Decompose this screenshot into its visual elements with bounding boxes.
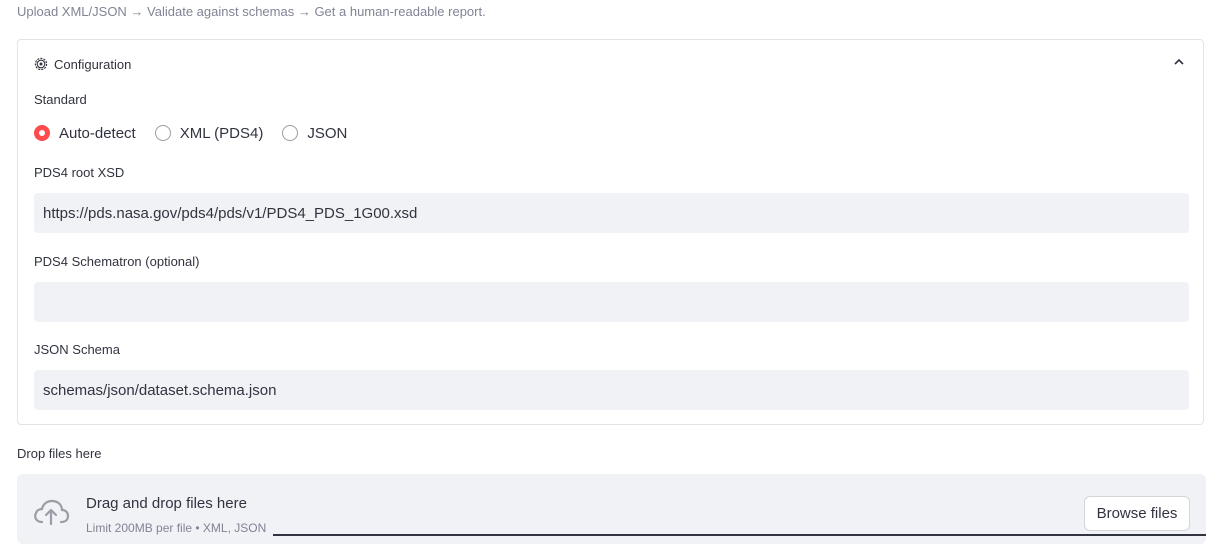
gear-icon [34, 57, 48, 71]
radio-label: JSON [307, 124, 348, 142]
radio-label: Auto-detect [59, 124, 136, 142]
schematron-input[interactable] [34, 282, 1189, 322]
uploader-label: Drop files here [17, 446, 102, 461]
dropzone-subtitle: Limit 200MB per file • XML, JSON [86, 521, 267, 535]
radio-xml-pds4[interactable]: XML (PDS4) [154, 124, 264, 142]
radio-json[interactable]: JSON [282, 125, 347, 142]
configuration-expander: Configuration Standard Auto-detect XML (… [17, 39, 1204, 425]
standard-label: Standard [34, 92, 87, 107]
cloud-upload-icon [32, 498, 70, 526]
browse-files-button[interactable]: Browse files [1084, 496, 1190, 531]
chevron-up-icon[interactable] [1173, 57, 1185, 67]
json-schema-input[interactable] [34, 370, 1189, 410]
configuration-title: Configuration [54, 56, 132, 72]
schematron-label: PDS4 Schematron (optional) [34, 254, 200, 269]
radio-indicator [282, 125, 299, 141]
standard-radio-group: Auto-detect XML (PDS4) JSON [34, 123, 366, 143]
radio-label: XML (PDS4) [179, 124, 264, 142]
radio-indicator [154, 125, 171, 141]
json-schema-label: JSON Schema [34, 342, 120, 357]
pds4-xsd-input[interactable] [34, 193, 1189, 233]
radio-indicator [34, 125, 50, 141]
dropzone-title: Drag and drop files here [86, 495, 247, 512]
radio-auto-detect[interactable]: Auto-detect [34, 125, 136, 142]
page-caption: Upload XML/JSON → Validate against schem… [17, 4, 486, 19]
pds4-xsd-label: PDS4 root XSD [34, 165, 125, 180]
configuration-header[interactable]: Configuration [34, 55, 131, 73]
